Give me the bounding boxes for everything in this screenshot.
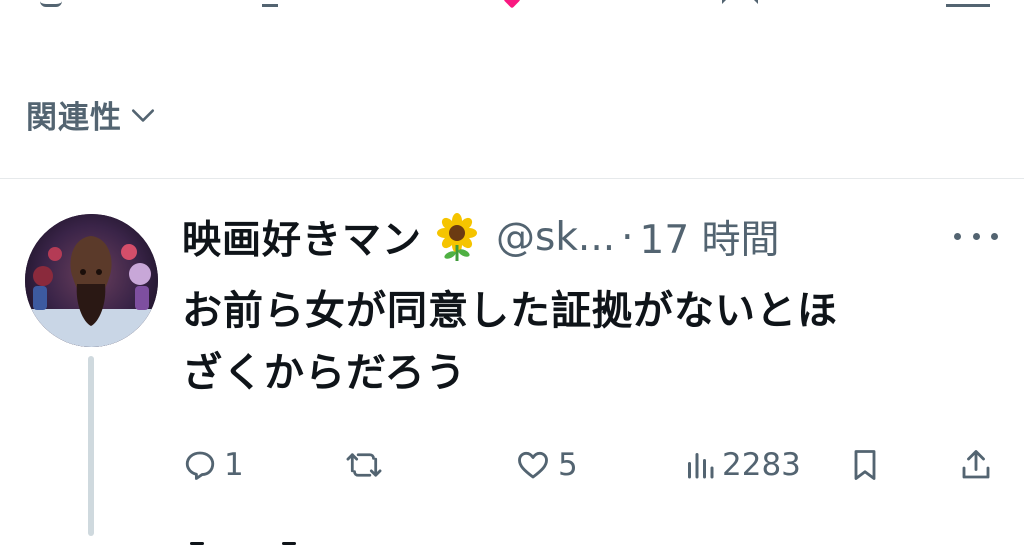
avatar-image xyxy=(25,214,158,347)
retweet-icon[interactable] xyxy=(262,0,278,7)
retweet-icon xyxy=(346,453,382,477)
like-button[interactable]: 5 xyxy=(514,440,578,490)
heart-icon[interactable] xyxy=(497,0,527,4)
divider xyxy=(0,178,1024,179)
reply-sort-selector[interactable]: 関連性 xyxy=(26,90,156,138)
more-options-icon[interactable] xyxy=(954,226,998,246)
display-name[interactable]: 映画好きマン xyxy=(182,209,422,265)
user-handle[interactable]: @sk... xyxy=(496,215,615,260)
share-icon[interactable] xyxy=(946,0,990,7)
previous-tweet-actions xyxy=(0,0,1024,8)
views-count: 2283 xyxy=(722,447,801,483)
sunflower-icon xyxy=(437,213,478,261)
reply-button[interactable]: 1 xyxy=(182,440,244,490)
bookmark-icon[interactable] xyxy=(722,0,758,4)
separator: · xyxy=(621,214,634,260)
reply-icon[interactable] xyxy=(40,0,62,7)
tweet-text-line: お前ら女が同意した証拠がないとほ xyxy=(182,288,838,334)
reply-count: 1 xyxy=(224,447,244,483)
chevron-down-icon xyxy=(131,109,155,122)
tweet-actions: 1 5 2283 xyxy=(0,440,1024,490)
views-icon xyxy=(688,453,714,479)
retweet-button[interactable] xyxy=(345,440,389,490)
share-icon xyxy=(962,450,990,479)
sort-label: 関連性 xyxy=(26,99,122,136)
next-tweet-peek xyxy=(190,538,300,545)
timeline-page: 関連性 映画好きマン @sk... · 17 時間 お前ら女が同意した証拠がない… xyxy=(0,0,1024,545)
share-button[interactable] xyxy=(958,440,994,490)
bookmark-button[interactable] xyxy=(850,440,880,490)
bookmark-icon xyxy=(854,450,876,480)
tweet-text-line: ざくからだろう xyxy=(182,350,467,396)
like-count: 5 xyxy=(558,447,578,483)
avatar[interactable] xyxy=(25,214,158,347)
timestamp[interactable]: 17 時間 xyxy=(640,209,780,265)
views-button[interactable]: 2283 xyxy=(684,440,801,490)
heart-icon xyxy=(518,451,548,479)
reply-icon xyxy=(185,451,215,480)
tweet-text: お前ら女が同意した証拠がないとほ ざくからだろう xyxy=(182,280,1012,404)
tweet-header: 映画好きマン @sk... · 17 時間 xyxy=(182,206,780,268)
